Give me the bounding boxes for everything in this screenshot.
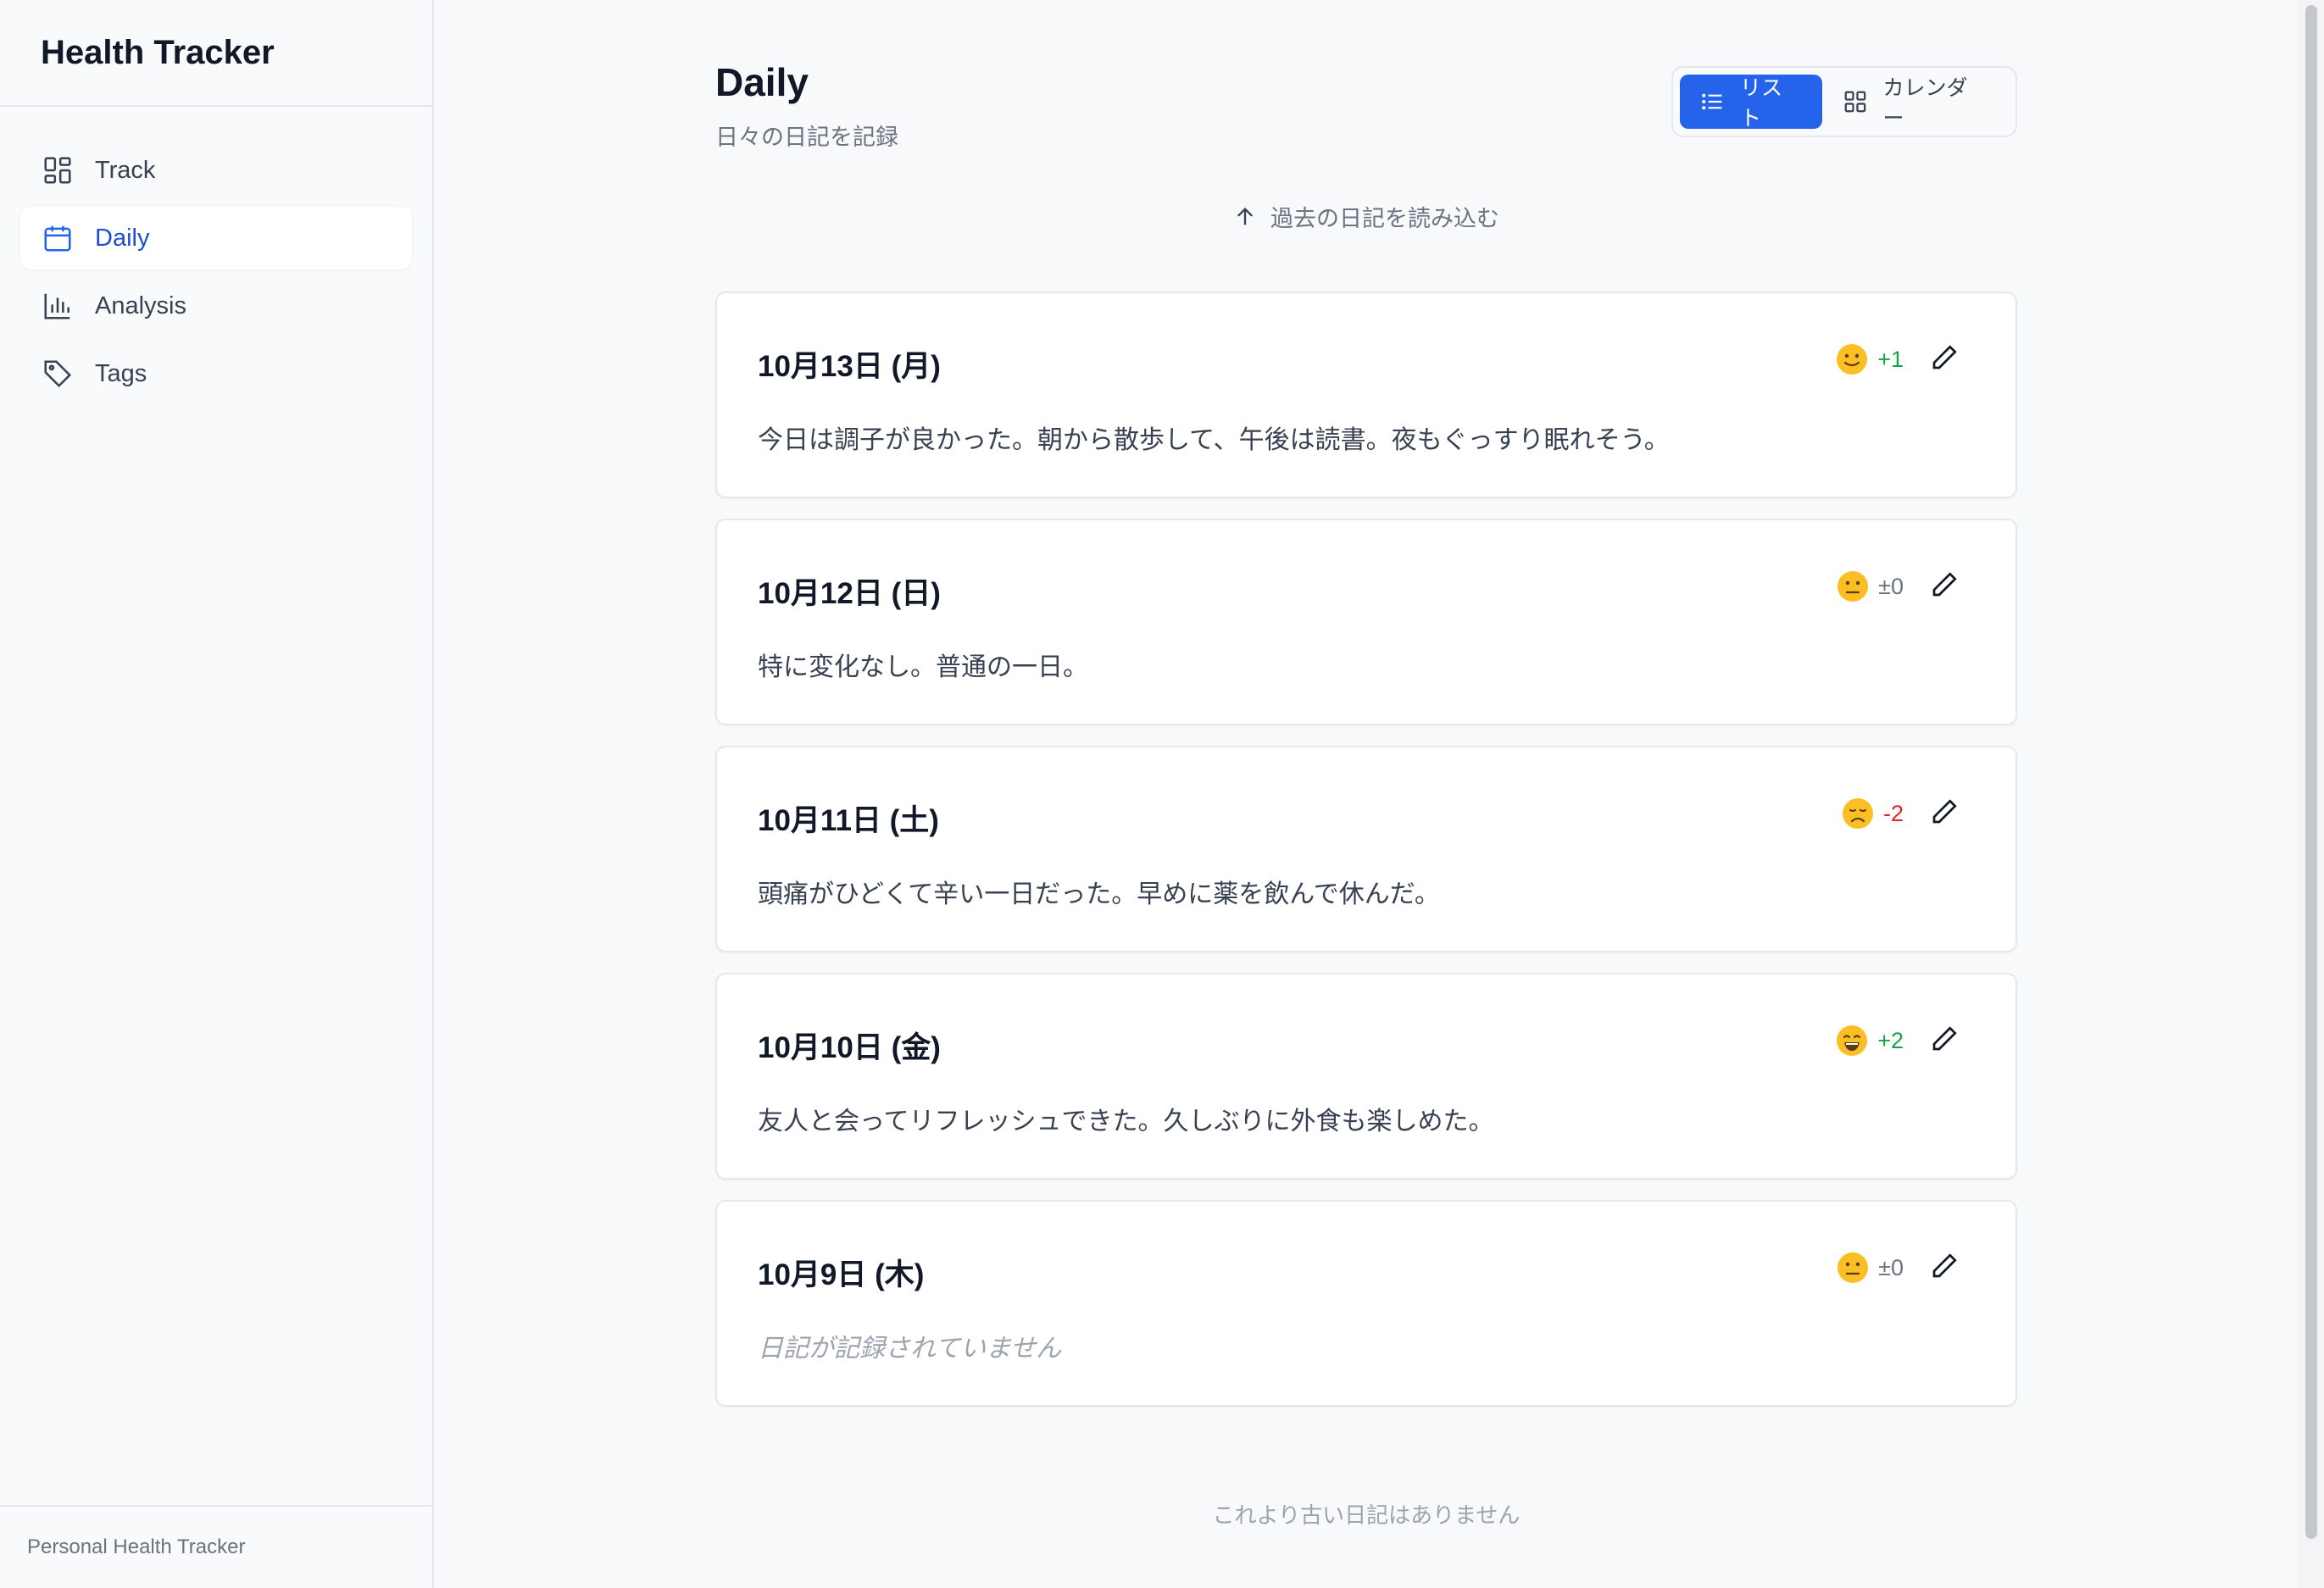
disappointed-face-emoji-icon	[1842, 798, 1873, 829]
grid-icon	[1844, 91, 1865, 113]
sidebar-item-label: Analysis	[95, 292, 186, 319]
list-icon	[1702, 93, 1722, 110]
list-view-label: リスト	[1740, 76, 1783, 130]
mood-indicator: ±0	[1836, 569, 1904, 603]
mood-indicator: +1	[1835, 342, 1904, 376]
calendar-icon	[41, 221, 75, 255]
sidebar-item-label: Track	[95, 156, 156, 184]
mood-score: -2	[1882, 800, 1904, 826]
neutral-face-emoji-icon	[1838, 571, 1869, 602]
sidebar: Health Tracker Track Daily Analysis Tags…	[0, 0, 434, 1588]
pencil-icon	[1932, 799, 1957, 824]
page-title: Daily	[715, 60, 809, 104]
app-title: Health Tracker	[0, 0, 432, 107]
edit-button[interactable]	[1929, 342, 1963, 376]
calendar-view-button[interactable]: カレンダー	[1822, 75, 2009, 130]
mood-score: +2	[1877, 1027, 1904, 1053]
scrollbar-thumb[interactable]	[2305, 5, 2317, 1539]
entry-text: 友人と会ってリフレッシュできた。久しぶりに外食も楽しめた。	[758, 1108, 1494, 1135]
list-view-button[interactable]: リスト	[1680, 75, 1822, 130]
arrow-up-icon	[1237, 207, 1253, 225]
sidebar-item-label: Tags	[95, 359, 147, 387]
entry-date: 10月10日 (金)	[758, 1031, 941, 1064]
sidebar-item-track[interactable]: Track	[20, 139, 412, 202]
dashboard-icon	[41, 153, 75, 187]
page-subtitle: 日々の日記を記録	[715, 125, 898, 150]
entry-date: 10月12日 (日)	[758, 577, 941, 610]
entry-text: 今日は調子が良かった。朝から散歩して、午後は読書。夜もぐっすり眠れそう。	[758, 426, 1670, 454]
edit-button[interactable]	[1929, 797, 1963, 830]
sidebar-item-label: Daily	[95, 224, 150, 252]
pencil-icon	[1932, 1026, 1957, 1051]
edit-button[interactable]	[1929, 569, 1963, 603]
entry-text: 頭痛がひどくて辛い一日だった。早めに薬を飲んで休んだ。	[758, 880, 1440, 908]
diary-entry-card: 10月13日 (月) +1 今日は調子が良かった。朝から散歩して、午後は読書。夜…	[715, 292, 2017, 498]
grinning-face-emoji-icon	[1837, 1025, 1868, 1056]
main-content: Daily 日々の日記を記録 リスト カレンダー 過去の日記を読み込む 10月1…	[434, 0, 2299, 1588]
sidebar-item-daily[interactable]: Daily	[20, 207, 412, 269]
scrollbar[interactable]	[2299, 0, 2324, 1588]
load-past-label: 過去の日記を読み込む	[1270, 206, 1499, 231]
slight-smile-emoji-icon	[1837, 344, 1868, 375]
pencil-icon	[1932, 572, 1957, 597]
entry-text-empty: 日記が記録されていません	[758, 1335, 1062, 1363]
pencil-icon	[1932, 1253, 1957, 1278]
sidebar-item-tags[interactable]: Tags	[20, 342, 412, 405]
neutral-face-emoji-icon	[1838, 1252, 1869, 1283]
entry-date: 10月9日 (木)	[758, 1258, 925, 1291]
diary-entry-card: 10月12日 (日) ±0 特に変化なし。普通の一日。	[715, 519, 2017, 725]
sidebar-nav: Track Daily Analysis Tags	[0, 107, 432, 405]
entry-date: 10月13日 (月)	[758, 350, 941, 383]
pencil-icon	[1932, 345, 1957, 369]
edit-button[interactable]	[1929, 1251, 1963, 1285]
diary-entry-card: 10月9日 (木) ±0 日記が記録されていません	[715, 1200, 2017, 1407]
mood-indicator: -2	[1841, 797, 1904, 830]
calendar-view-label: カレンダー	[1882, 76, 1968, 130]
mood-score: ±0	[1878, 573, 1904, 599]
end-of-list-note: これより古い日記はありません	[1212, 1502, 1521, 1528]
mood-score: ±0	[1878, 1254, 1904, 1280]
diary-entry-card: 10月10日 (金) +2 友人と会ってリフレッシュできた。久しぶりに外食も楽し…	[715, 973, 2017, 1180]
sidebar-item-analysis[interactable]: Analysis	[20, 275, 412, 337]
entry-date: 10月11日 (土)	[758, 804, 939, 837]
entry-list: 10月13日 (月) +1 今日は調子が良かった。朝から散歩して、午後は読書。夜…	[715, 292, 2017, 1427]
diary-entry-card: 10月11日 (土) -2 頭痛がひどくて辛い一日だった。早めに薬を飲んで休んだ…	[715, 746, 2017, 952]
view-toggle: リスト カレンダー	[1671, 66, 2017, 137]
tag-icon	[41, 357, 75, 391]
entry-text: 特に変化なし。普通の一日。	[758, 653, 1088, 681]
load-past-button[interactable]: 過去の日記を読み込む	[715, 200, 2017, 233]
mood-score: +1	[1877, 346, 1904, 372]
edit-button[interactable]	[1929, 1024, 1963, 1058]
mood-indicator: ±0	[1836, 1251, 1904, 1285]
sidebar-footer: Personal Health Tracker	[0, 1505, 432, 1588]
app-root: Health Tracker Track Daily Analysis Tags…	[0, 0, 2324, 1588]
mood-indicator: +2	[1835, 1024, 1904, 1058]
bar-chart-icon	[41, 289, 75, 323]
